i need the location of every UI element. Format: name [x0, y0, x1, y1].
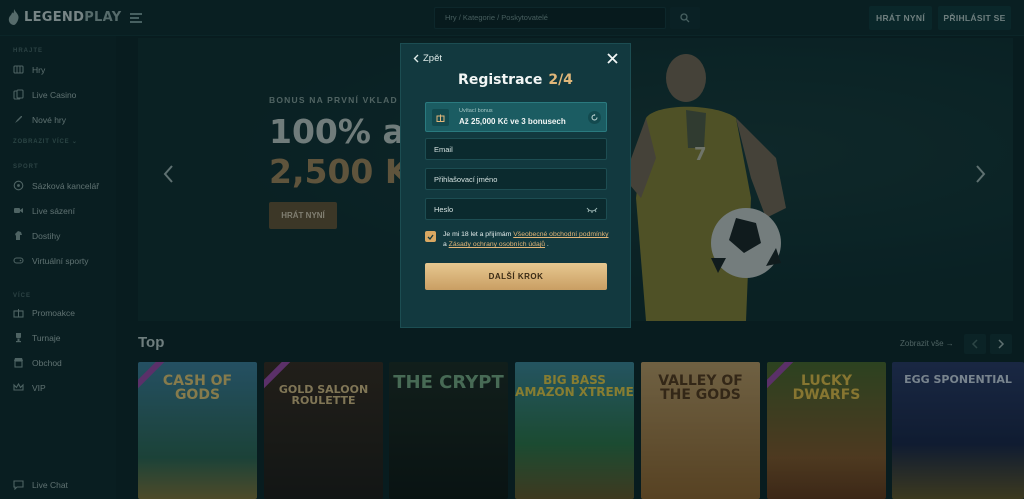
registration-title: Registrace	[458, 72, 543, 88]
email-field[interactable]: Email	[425, 138, 607, 160]
terms-and: a	[443, 241, 447, 248]
username-field[interactable]: Přihlašovací jméno	[425, 168, 607, 190]
terms-suffix: .	[546, 241, 549, 248]
email-placeholder: Email	[434, 145, 453, 154]
back-button[interactable]: Zpět	[413, 53, 442, 64]
password-field[interactable]: Heslo	[425, 198, 607, 220]
eye-closed-icon[interactable]	[586, 205, 598, 214]
back-label: Zpět	[423, 53, 443, 64]
chevron-left-icon	[413, 54, 419, 63]
refresh-icon[interactable]	[588, 111, 601, 124]
terms-checkbox[interactable]	[425, 231, 436, 242]
terms-conditions-link[interactable]: Všeobecné obchodní podmínky	[513, 231, 608, 238]
privacy-policy-link[interactable]: Zásady ochrany osobních údajů	[449, 241, 545, 248]
step-indicator: 2/4	[548, 72, 573, 88]
terms-prefix: Je mi 18 let a přijímám	[443, 231, 512, 238]
modal-title: Registrace 2/4	[401, 72, 630, 88]
username-placeholder: Přihlašovací jméno	[434, 175, 498, 184]
registration-modal: Zpět Registrace 2/4 Uvítací bonus Až 25,0…	[400, 43, 631, 328]
next-step-button[interactable]: DALŠÍ KROK	[425, 263, 607, 290]
checkmark-icon	[427, 234, 434, 240]
terms-text: Je mi 18 let a přijímám Všeobecné obchod…	[443, 230, 613, 250]
close-icon[interactable]	[607, 53, 618, 64]
password-placeholder: Heslo	[434, 205, 454, 214]
welcome-bonus-selector[interactable]: Uvítací bonus Až 25,000 Kč ve 3 bonusech	[425, 102, 607, 132]
bonus-caption: Uvítací bonus	[459, 108, 493, 114]
gift-icon	[432, 109, 449, 126]
bonus-description: Až 25,000 Kč ve 3 bonusech	[459, 117, 566, 126]
